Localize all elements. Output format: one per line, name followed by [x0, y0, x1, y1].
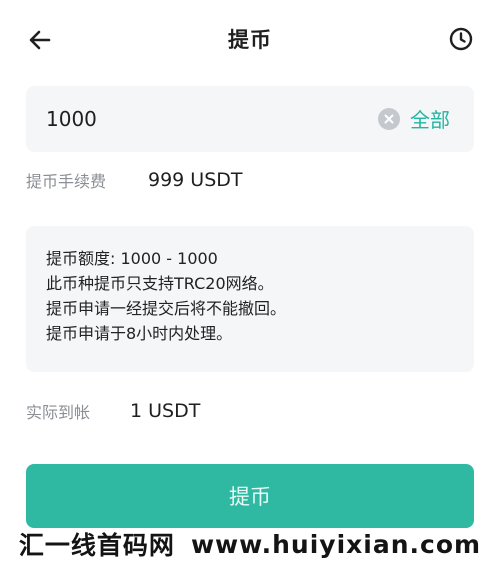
page-title: 提币 [228, 28, 272, 52]
fee-row: 提币手续费 999 USDT [26, 168, 243, 192]
notice-processing-time: 提币申请于8小时内处理。 [46, 324, 233, 343]
history-button[interactable] [446, 24, 476, 54]
watermark-url: www.huiyixian.com [190, 529, 482, 559]
watermark-cn: 汇一线首码网 [18, 531, 175, 560]
receive-value: 1 USDT [130, 400, 201, 422]
fee-label: 提币手续费 [26, 172, 107, 191]
fee-value: 999 USDT [148, 169, 243, 191]
top-bar: 提币 [0, 0, 500, 78]
actual-receive-row: 实际到帐 1 USDT [26, 399, 200, 423]
clear-circle-icon [384, 114, 394, 124]
amount-input[interactable] [46, 102, 346, 136]
receive-label: 实际到帐 [26, 403, 91, 422]
notice-network: 此币种提币只支持TRC20网络。 [46, 274, 274, 293]
watermark: 汇一线首码网 www.huiyixian.com [0, 525, 500, 563]
notice-limit: 提币额度: 1000 - 1000 [46, 249, 218, 268]
clock-icon [449, 27, 473, 51]
clear-button[interactable] [378, 108, 400, 130]
withdraw-submit-button[interactable]: 提币 [26, 464, 474, 528]
notice-no-revoke: 提币申请一经提交后将不能撤回。 [46, 299, 287, 318]
withdraw-notice: 提币额度: 1000 - 1000 此币种提币只支持TRC20网络。 提币申请一… [26, 226, 474, 372]
withdraw-all-button[interactable]: 全部 [410, 104, 450, 133]
amount-field-container: 全部 [26, 86, 474, 152]
